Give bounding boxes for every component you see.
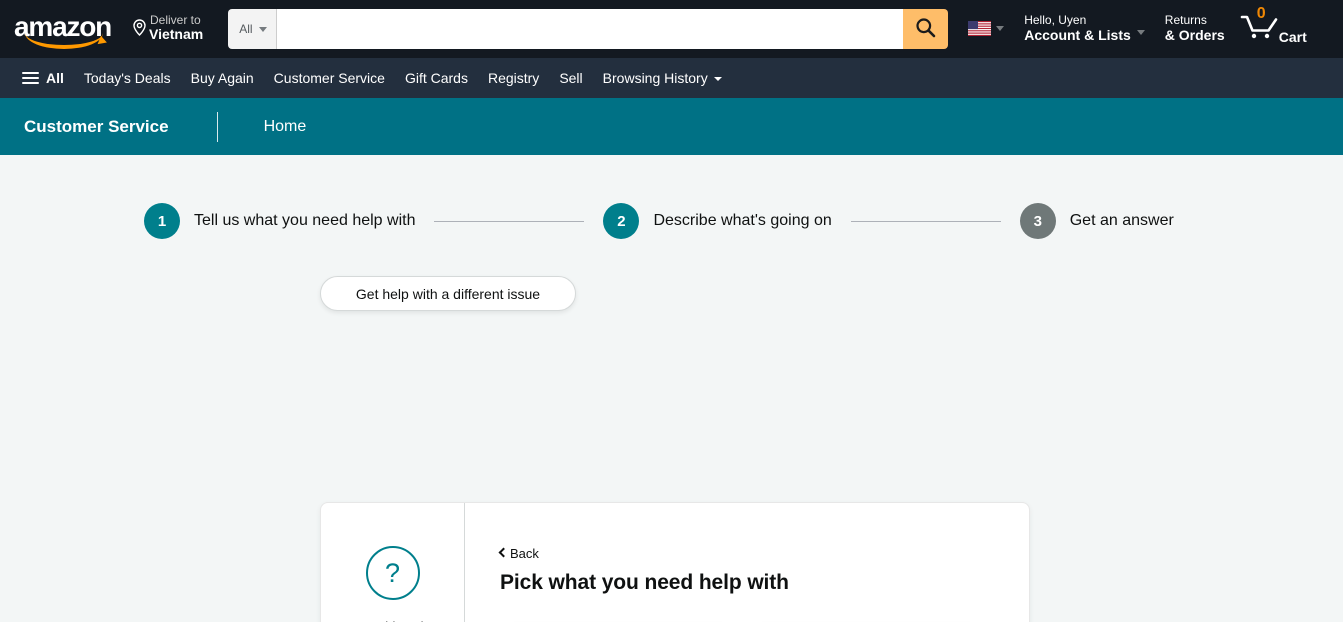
orders-label: & Orders: [1164, 27, 1225, 44]
step-3-number: 3: [1019, 203, 1056, 239]
step-2-label: Describe what's going on: [653, 212, 832, 229]
chevron-down-icon: [713, 77, 722, 81]
step-2: 2 Describe what's going on: [603, 203, 832, 239]
top-navigation-bar: amazon Deliver to Vietnam All Hello, Uye…: [0, 0, 1343, 58]
nav-item-todays-deals[interactable]: Today's Deals: [74, 61, 181, 95]
nav-all-label: All: [46, 70, 64, 86]
nav-item-label: Sell: [559, 70, 583, 86]
account-greeting: Hello, Uyen: [1024, 12, 1087, 27]
nav-item-browsing-history[interactable]: Browsing History: [593, 61, 732, 95]
deliver-to-button[interactable]: Deliver to Vietnam: [128, 7, 212, 50]
header-right-group: Hello, Uyen Account & Lists Returns & Or…: [958, 4, 1314, 55]
nav-item-label: Registry: [487, 70, 540, 86]
search-submit-button[interactable]: [903, 9, 949, 49]
amazon-smile-swoosh: [25, 33, 103, 49]
progress-stepper: 1 Tell us what you need help with 2 Desc…: [0, 155, 1343, 239]
cart-label: Cart: [1278, 28, 1307, 45]
step-3: 3 Get an answer: [1019, 203, 1174, 239]
search-icon: [915, 17, 936, 41]
account-lists-label: Account & Lists: [1024, 27, 1131, 44]
nav-all-menu-button[interactable]: All: [12, 61, 74, 95]
back-button[interactable]: Back: [498, 545, 539, 561]
locale-selector[interactable]: [958, 7, 1014, 51]
search-input[interactable]: [276, 9, 904, 49]
nav-item-buy-again[interactable]: Buy Again: [181, 61, 264, 95]
cs-bar-divider: [216, 111, 218, 142]
returns-label: Returns: [1164, 12, 1207, 27]
us-flag-icon: [968, 21, 992, 36]
question-mark-circle-icon: ?: [365, 546, 420, 600]
returns-and-orders-button[interactable]: Returns & Orders: [1155, 7, 1235, 51]
search-bar: All: [228, 9, 949, 49]
search-category-dropdown[interactable]: All: [228, 9, 277, 49]
step-1-number: 1: [144, 203, 180, 239]
cs-home-link[interactable]: Home: [218, 118, 307, 136]
get-help-different-issue-button[interactable]: Get help with a different issue: [320, 276, 576, 311]
hamburger-menu-icon: [22, 72, 39, 84]
chevron-left-icon: [498, 547, 509, 558]
step-3-label: Get an answer: [1069, 212, 1174, 229]
step-1-label: Tell us what you need help with: [194, 212, 416, 229]
nav-item-label: Gift Cards: [404, 70, 468, 86]
amazon-logo[interactable]: amazon: [14, 13, 116, 49]
nav-item-label: Browsing History: [602, 70, 708, 86]
customer-service-title[interactable]: Customer Service: [24, 117, 217, 137]
back-label: Back: [510, 545, 539, 561]
nav-item-label: Today's Deals: [83, 70, 171, 86]
card-issue-summary: ? Something else: [321, 503, 465, 622]
step-2-number: 2: [603, 203, 640, 239]
nav-item-gift-cards[interactable]: Gift Cards: [395, 61, 478, 95]
step-1: 1 Tell us what you need help with: [144, 203, 415, 239]
chevron-down-icon: [1136, 30, 1145, 35]
help-selection-card: ? Something else Back Pick what you need…: [320, 502, 1030, 622]
chevron-down-icon: [258, 26, 267, 32]
nav-item-customer-service[interactable]: Customer Service: [264, 61, 395, 95]
cart-button[interactable]: 0 Cart: [1235, 4, 1314, 55]
secondary-navigation-bar: All Today's Deals Buy Again Customer Ser…: [0, 58, 1343, 98]
nav-item-label: Customer Service: [273, 70, 385, 86]
chevron-down-icon: [996, 26, 1005, 31]
account-and-lists-button[interactable]: Hello, Uyen Account & Lists: [1014, 7, 1155, 51]
step-connector-2: [850, 220, 1001, 222]
deliver-to-country: Vietnam: [149, 25, 204, 42]
nav-item-label: Buy Again: [190, 70, 254, 86]
nav-item-sell[interactable]: Sell: [549, 61, 592, 95]
nav-item-registry[interactable]: Registry: [478, 61, 549, 95]
main-content: 1 Tell us what you need help with 2 Desc…: [0, 155, 1343, 622]
card-heading: Pick what you need help with: [500, 571, 789, 594]
card-body: Back Pick what you need help with Gifts …: [465, 503, 1029, 622]
location-pin-icon: [133, 18, 146, 41]
search-category-label: All: [239, 22, 253, 36]
customer-service-bar: Customer Service Home: [0, 98, 1343, 155]
step-connector-1: [434, 220, 585, 222]
cart-item-count: 0: [1256, 4, 1266, 22]
